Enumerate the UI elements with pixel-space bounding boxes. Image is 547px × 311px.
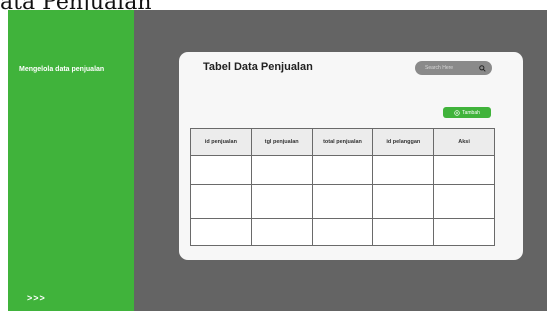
table-cell (433, 155, 495, 185)
column-header: id pelanggan (372, 128, 435, 156)
table-cell (250, 155, 313, 185)
table-cell (433, 218, 495, 246)
table-header-row: id penjualan tgl penjualan total penjual… (190, 128, 495, 156)
table-cell (190, 218, 252, 246)
table-cell (311, 155, 374, 185)
search-icon[interactable] (479, 64, 486, 72)
table-cell (190, 184, 252, 219)
app-frame: Mengelola data penjualan >>> Tabel Data … (8, 10, 547, 311)
table-row (190, 155, 495, 185)
table-cell (311, 184, 374, 219)
plus-circle-icon (454, 109, 460, 116)
column-header: total penjualan (311, 128, 374, 156)
table-cell (372, 184, 435, 219)
table-cell (250, 218, 313, 246)
sales-table-card: Tabel Data Penjualan Search Here Tambah … (179, 52, 523, 260)
table-cell (250, 184, 313, 219)
table-cell (311, 218, 374, 246)
sales-table: id penjualan tgl penjualan total penjual… (190, 128, 495, 246)
table-row (190, 218, 495, 246)
add-button-label: Tambah (462, 109, 480, 116)
table-cell (190, 155, 252, 185)
search-input[interactable]: Search Here (415, 61, 492, 75)
sidebar-title[interactable]: Mengelola data penjualan (19, 66, 104, 73)
table-row (190, 184, 495, 219)
table-cell (372, 155, 435, 185)
table-cell (372, 218, 435, 246)
table-cell (433, 184, 495, 219)
column-header: id penjualan (190, 128, 252, 156)
search-placeholder: Search Here (425, 65, 454, 71)
column-header: Aksi (433, 128, 495, 156)
column-header: tgl penjualan (250, 128, 313, 156)
sidebar: Mengelola data penjualan >>> (8, 10, 134, 311)
sidebar-expand-arrows[interactable]: >>> (27, 293, 46, 303)
add-button[interactable]: Tambah (443, 107, 491, 118)
card-title: Tabel Data Penjualan (203, 61, 313, 73)
